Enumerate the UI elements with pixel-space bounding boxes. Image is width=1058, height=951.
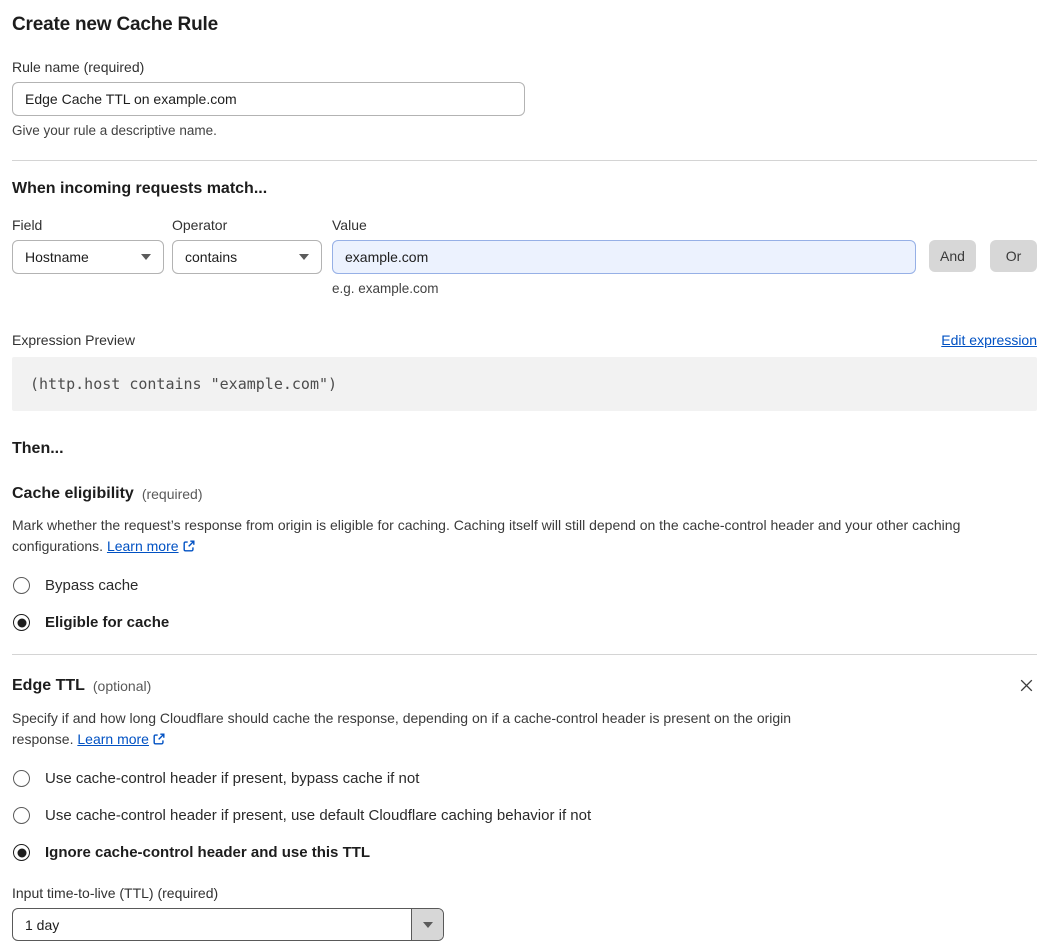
cache-eligibility-section: Cache eligibility (required) Mark whethe… — [12, 485, 1037, 631]
rule-name-label: Rule name (required) — [12, 59, 145, 75]
operator-column: Operator contains — [172, 217, 322, 296]
learn-more-link[interactable]: Learn more — [107, 538, 196, 554]
radio-selected-icon[interactable] — [13, 614, 30, 631]
learn-more-label: Learn more — [77, 731, 149, 747]
chevron-down-icon — [299, 254, 309, 260]
and-button[interactable]: And — [929, 240, 976, 272]
expression-preview-label: Expression Preview — [12, 332, 135, 348]
expression-preview-box: (http.host contains "example.com") — [12, 357, 1037, 411]
radio-use-header-default[interactable]: Use cache-control header if present, use… — [12, 807, 1037, 824]
external-link-icon — [183, 540, 195, 552]
radio-icon[interactable] — [13, 577, 30, 594]
edge-ttl-section: Edge TTL (optional) Specify if and how l… — [12, 675, 1037, 941]
section-divider — [12, 160, 1037, 161]
edge-ttl-options: Use cache-control header if present, byp… — [12, 770, 1037, 861]
field-column: Field Hostname — [12, 217, 164, 296]
edit-expression-link[interactable]: Edit expression — [941, 332, 1037, 348]
edge-ttl-optional-note: (optional) — [92, 677, 152, 694]
expression-text: (http.host contains "example.com") — [30, 375, 338, 393]
value-input[interactable] — [332, 240, 916, 274]
edge-ttl-title-row: Edge TTL (optional) — [12, 675, 1037, 696]
value-label: Value — [332, 217, 367, 233]
rule-name-helper: Give your rule a descriptive name. — [12, 123, 217, 138]
close-icon — [1020, 679, 1033, 692]
learn-more-link[interactable]: Learn more — [77, 731, 166, 747]
chevron-down-icon — [141, 254, 151, 260]
ttl-select-value: 1 day — [25, 916, 60, 933]
operator-select-value: contains — [185, 249, 238, 265]
external-link-icon — [153, 733, 165, 745]
radio-selected-icon[interactable] — [13, 844, 30, 861]
and-or-buttons: And Or — [929, 217, 1037, 296]
ttl-label: Input time-to-live (TTL) (required) — [12, 885, 219, 901]
match-heading: When incoming requests match... — [12, 180, 268, 197]
radio-label: Ignore cache-control header and use this… — [45, 844, 371, 861]
ttl-input-block: Input time-to-live (TTL) (required) 1 da… — [12, 885, 1037, 941]
radio-label: Eligible for cache — [45, 614, 170, 631]
cache-eligibility-required-note: (required) — [141, 486, 203, 502]
field-select-value: Hostname — [25, 249, 89, 265]
field-select[interactable]: Hostname — [12, 240, 164, 274]
cache-eligibility-options: Bypass cache Eligible for cache — [12, 577, 1037, 631]
rule-name-section: Rule name (required) Give your rule a de… — [12, 59, 1037, 138]
radio-bypass-cache[interactable]: Bypass cache — [12, 577, 1037, 594]
rule-name-input[interactable] — [12, 82, 525, 116]
value-helper: e.g. example.com — [332, 281, 439, 296]
ttl-select[interactable]: 1 day — [12, 908, 444, 941]
section-divider — [12, 654, 1037, 655]
close-edge-ttl-button[interactable] — [1016, 675, 1037, 696]
value-column: Value e.g. example.com — [332, 217, 916, 296]
cache-eligibility-title-row: Cache eligibility (required) — [12, 485, 1037, 503]
cache-eligibility-heading: Cache eligibility — [12, 485, 134, 502]
learn-more-label: Learn more — [106, 538, 179, 554]
edge-ttl-heading: Edge TTL — [12, 676, 85, 694]
then-heading: Then... — [12, 440, 64, 457]
radio-icon[interactable] — [13, 770, 30, 787]
chevron-down-icon — [422, 921, 433, 928]
match-row: Field Hostname Operator contains Value e… — [12, 217, 1037, 296]
field-label: Field — [12, 217, 43, 233]
radio-use-header-bypass[interactable]: Use cache-control header if present, byp… — [12, 770, 1037, 787]
radio-label: Bypass cache — [45, 577, 139, 594]
match-section: When incoming requests match... Field Ho… — [12, 180, 1037, 411]
or-button[interactable]: Or — [990, 240, 1037, 272]
page-title: Create new Cache Rule — [12, 14, 218, 35]
radio-eligible-for-cache[interactable]: Eligible for cache — [12, 614, 1037, 631]
edge-ttl-description: Specify if and how long Cloudflare shoul… — [12, 708, 852, 750]
radio-icon[interactable] — [13, 807, 30, 824]
expression-header: Expression Preview Edit expression — [12, 332, 1037, 348]
radio-ignore-header-use-ttl[interactable]: Ignore cache-control header and use this… — [12, 844, 1037, 861]
ttl-select-arrow-button[interactable] — [411, 909, 443, 940]
operator-label: Operator — [172, 217, 228, 233]
cache-eligibility-description: Mark whether the request’s response from… — [12, 515, 1022, 557]
operator-select[interactable]: contains — [172, 240, 322, 274]
radio-label: Use cache-control header if present, use… — [45, 807, 592, 824]
radio-label: Use cache-control header if present, byp… — [45, 770, 420, 787]
